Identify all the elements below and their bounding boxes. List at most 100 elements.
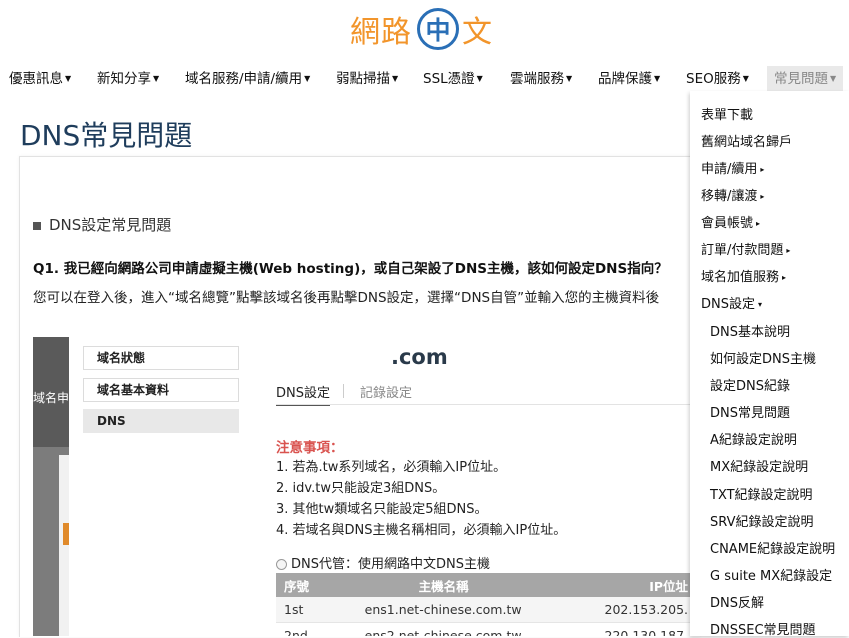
nav-item-domain-services[interactable]: 域名服務/申請/續用 ▼ (185, 66, 310, 92)
caret-down-icon: ▼ (153, 74, 160, 83)
caret-down-icon: ▼ (304, 74, 311, 83)
radio-icon (276, 559, 287, 570)
screenshot-dns-table: 序號 主機名稱 IP位址 1st ens1.net-chinese.com.tw… (276, 573, 693, 636)
square-bullet-icon (33, 221, 41, 230)
screenshot-domain-title: .com (391, 345, 448, 369)
chevron-right-icon: ▸ (760, 192, 765, 201)
caret-down-icon: ▼ (392, 74, 399, 83)
dropdown-subitem-a-record[interactable]: A紀錄設定說明 (710, 429, 797, 448)
dropdown-subitem-dns-records[interactable]: 設定DNS紀錄 (710, 375, 790, 394)
screenshot-tab-underline (276, 404, 693, 405)
faq-dropdown-menu: 表單下載 舊網站域名歸戶 申請/續用 ▸ 移轉/讓渡 ▸ 會員帳號 ▸ 訂單/付款問題… (690, 91, 849, 638)
dropdown-subitem-reverse-dns[interactable]: DNS反解 (710, 592, 764, 611)
notice-item: 4. 若域名與DNS主機名稱相同，必須輸入IP位址。 (276, 523, 567, 538)
dropdown-subitem-dns-faq[interactable]: DNS常見問題 (710, 402, 790, 421)
dropdown-subitem-cname-record[interactable]: CNAME紀錄設定說明 (710, 538, 835, 557)
nav-item-label: 新知分享 (97, 71, 151, 87)
dropdown-subitem-txt-record[interactable]: TXT紀錄設定說明 (710, 484, 813, 503)
site-logo[interactable]: 網路 中 文 (350, 8, 500, 53)
dropdown-subitem-gsuite-mx[interactable]: G suite MX紀錄設定 (710, 565, 832, 584)
table-cell-host: ens1.net-chinese.com.tw (330, 597, 597, 623)
dropdown-item-transfer[interactable]: 移轉/讓渡 ▸ (701, 185, 764, 204)
section-heading-text: DNS設定常見問題 (49, 216, 172, 234)
dropdown-subitem-dns-basics[interactable]: DNS基本說明 (710, 321, 790, 340)
dropdown-subitem-dns-host[interactable]: 如何設定DNS主機 (710, 348, 816, 367)
dropdown-subitem-srv-record[interactable]: SRV紀錄設定說明 (710, 511, 813, 530)
table-header-host: 主機名稱 (330, 573, 597, 597)
nav-item-news[interactable]: 新知分享 ▼ (97, 66, 159, 92)
table-row: 2nd ens2.net-chinese.com.tw 220.130.187. (276, 622, 693, 636)
notice-item: 3. 其他tw類域名只能設定5組DNS。 (276, 502, 488, 517)
screenshot-tab-record-settings: 記錄設定 (360, 386, 413, 401)
dropdown-item-label: DNS設定 (701, 297, 755, 312)
caret-down-icon: ▼ (566, 74, 573, 83)
dropdown-item-label: 訂單/付款問題 (701, 243, 784, 258)
chevron-right-icon: ▸ (756, 219, 761, 228)
screenshot-notice-heading: 注意事項： (276, 440, 344, 456)
faq-question: Q1. 我已經向網路公司申請虛擬主機(Web hosting)，或自己架設了DN… (33, 261, 668, 277)
dropdown-item-orders-payment[interactable]: 訂單/付款問題 ▸ (701, 239, 790, 258)
dropdown-item-label: 申請/續用 (701, 162, 758, 177)
nav-item-brand-protection[interactable]: 品牌保護 ▼ (598, 66, 660, 92)
dropdown-item-label: 舊網站域名歸戶 (701, 135, 793, 150)
dropdown-item-apply-renew[interactable]: 申請/續用 ▸ (701, 158, 764, 177)
dropdown-item-value-added[interactable]: 域名加值服務 ▸ (701, 266, 786, 285)
screenshot-tab-domain-status: 域名狀態 (83, 346, 239, 370)
table-header-row: 序號 主機名稱 IP位址 (276, 573, 693, 597)
notice-item: 2. idv.tw只能設定3組DNS。 (276, 481, 446, 496)
nav-item-label: SSL憑證 (423, 71, 475, 87)
table-row: 1st ens1.net-chinese.com.tw 202.153.205. (276, 597, 693, 623)
nav-item-label: 優惠訊息 (9, 71, 63, 87)
chevron-down-icon: ▾ (758, 300, 763, 309)
table-header-seq: 序號 (276, 573, 331, 597)
nav-item-cloud[interactable]: 雲端服務 ▼ (510, 66, 572, 92)
nav-item-label: 域名服務/申請/續用 (185, 71, 303, 87)
page-title: DNS常見問題 (20, 119, 193, 152)
chevron-right-icon: ▸ (760, 165, 765, 174)
nav-item-label: 雲端服務 (510, 71, 564, 87)
screenshot-radio-dns-hosting: DNS代管：使用網路中文DNS主機 (276, 553, 490, 572)
dropdown-item-dns-settings[interactable]: DNS設定 ▾ (701, 293, 762, 312)
nav-item-promotions[interactable]: 優惠訊息 ▼ (9, 66, 71, 92)
screenshot-tab-dns: DNS (83, 409, 239, 433)
logo-text-right: 文 (462, 15, 493, 50)
table-cell-ip: 220.130.187. (596, 622, 693, 636)
table-cell-ip: 202.153.205. (596, 597, 693, 623)
dropdown-subitem-dnssec-faq[interactable]: DNSSEC常見問題 (710, 619, 816, 638)
dropdown-item-label: 會員帳號 (701, 216, 754, 231)
table-cell-host: ens2.net-chinese.com.tw (330, 622, 597, 636)
table-cell-seq: 2nd (276, 622, 331, 636)
dropdown-item-member-account[interactable]: 會員帳號 ▸ (701, 212, 760, 231)
instruction-screenshot: 域名申請 域名狀態 域名基本資料 DNS .com DNS設定 記錄設定 注意事… (33, 337, 693, 636)
nav-item-label: 品牌保護 (598, 71, 652, 87)
chevron-right-icon: ▸ (782, 273, 787, 282)
screenshot-tab-domain-info: 域名基本資料 (83, 378, 239, 402)
caret-down-icon: ▼ (476, 74, 483, 83)
nav-item-vulnerability-scan[interactable]: 弱點掃描 ▼ (336, 66, 398, 92)
notice-item: 1. 若為.tw系列域名，必須輸入IP位址。 (276, 460, 507, 475)
dropdown-item-label: 移轉/讓渡 (701, 189, 758, 204)
caret-down-icon: ▼ (830, 74, 837, 83)
dropdown-item-form-download[interactable]: 表單下載 (701, 104, 753, 123)
caret-down-icon: ▼ (65, 74, 72, 83)
nav-item-seo[interactable]: SEO服務 ▼ (686, 66, 749, 92)
radio-label: DNS代管：使用網路中文DNS主機 (291, 557, 490, 572)
nav-item-label: SEO服務 (686, 71, 741, 87)
nav-item-faq[interactable]: 常見問題 ▼ (767, 66, 844, 92)
dropdown-subitem-mx-record[interactable]: MX紀錄設定說明 (710, 456, 808, 475)
main-nav: 優惠訊息 ▼ 新知分享 ▼ 域名服務/申請/續用 ▼ 弱點掃描 ▼ SSL憑證 ▼ 雲端服… (0, 66, 849, 92)
dropdown-item-legacy-account[interactable]: 舊網站域名歸戶 (701, 131, 792, 150)
nav-item-label: 弱點掃描 (336, 71, 390, 87)
dropdown-item-label: 域名加值服務 (701, 270, 780, 285)
table-cell-seq: 1st (276, 597, 331, 623)
screenshot-tab-dns-settings: DNS設定 (276, 382, 330, 406)
dropdown-item-label: 表單下載 (701, 108, 754, 123)
screenshot-gap (69, 337, 83, 636)
nav-item-ssl[interactable]: SSL憑證 ▼ (423, 66, 483, 92)
table-header-ip: IP位址 (596, 573, 693, 597)
caret-down-icon: ▼ (742, 74, 749, 83)
screenshot-tab-separator (343, 384, 344, 398)
screenshot-notice-list: 1. 若為.tw系列域名，必須輸入IP位址。 2. idv.tw只能設定3組DN… (276, 457, 566, 541)
nav-item-label: 常見問題 (774, 71, 828, 87)
section-heading: DNS設定常見問題 (33, 214, 171, 235)
